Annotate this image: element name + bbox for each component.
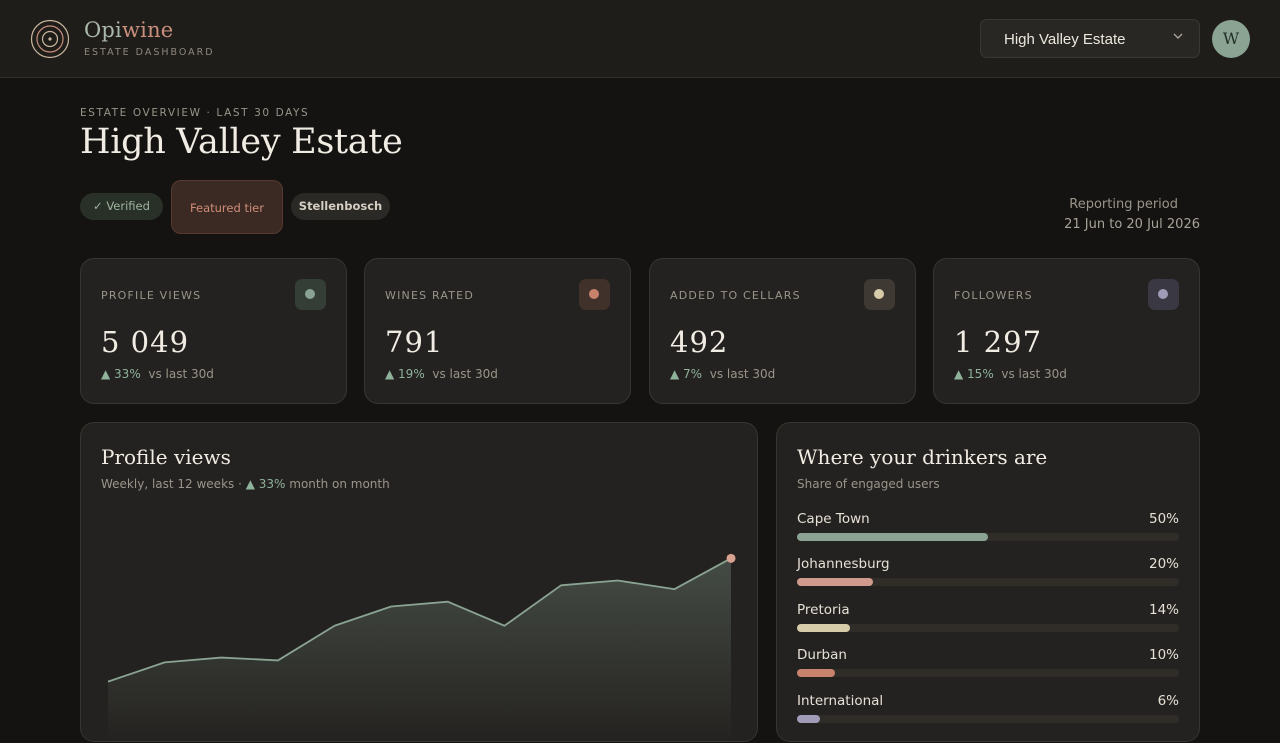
- kpi-delta-value: ▲ 7%: [670, 367, 702, 381]
- brand-name-part: Opi: [84, 18, 122, 42]
- region-bar-fill: [797, 533, 988, 541]
- panel-subtitle: Share of engaged users: [797, 477, 940, 491]
- region-bar-track: [797, 578, 1179, 586]
- kpi-label: FOLLOWERS: [954, 289, 1033, 302]
- profile-views-panel: Profile views Weekly, last 12 weeks · ▲ …: [80, 422, 758, 742]
- status-dot-icon: [579, 279, 610, 310]
- kpi-label: PROFILE VIEWS: [101, 289, 201, 302]
- status-dot-icon: [1148, 279, 1179, 310]
- region-name: Durban: [797, 647, 847, 663]
- region-row-johannesburg: Johannesburg 20%: [797, 556, 1179, 596]
- regions-panel: Where your drinkers are Share of engaged…: [776, 422, 1200, 742]
- status-dot-icon: [864, 279, 895, 310]
- region-name: International: [797, 693, 883, 709]
- chevron-down-icon: [1171, 29, 1185, 43]
- profile-views-chart: [81, 423, 759, 743]
- overview-eyebrow: ESTATE OVERVIEW · LAST 30 DAYS: [80, 107, 309, 119]
- kpi-label: WINES RATED: [385, 289, 474, 302]
- kpi-delta-value: ▲ 15%: [954, 367, 994, 381]
- status-dot-icon: [295, 279, 326, 310]
- kpi-card-profile-views: PROFILE VIEWS 5 049 ▲ 33% vs last 30d: [80, 258, 347, 404]
- region-percent: 50%: [1149, 511, 1179, 527]
- region-row-international: International 6%: [797, 693, 1179, 733]
- kpi-comparison: vs last 30d: [710, 367, 776, 381]
- brand-subtitle: ESTATE DASHBOARD: [84, 47, 215, 58]
- estate-selector-value: High Valley Estate: [1004, 31, 1125, 48]
- kpi-comparison: vs last 30d: [432, 367, 498, 381]
- region-bar-fill: [797, 624, 850, 632]
- kpi-delta-value: ▲ 19%: [385, 367, 425, 381]
- kpi-value: 5 049: [101, 325, 189, 359]
- region-bar-track: [797, 624, 1179, 632]
- kpi-delta: ▲ 33% vs last 30d: [101, 367, 214, 381]
- panel-title: Where your drinkers are: [797, 445, 1047, 469]
- region-row-cape-town: Cape Town 50%: [797, 511, 1179, 551]
- kpi-label: ADDED TO CELLARS: [670, 289, 801, 302]
- kpi-delta: ▲ 7% vs last 30d: [670, 367, 775, 381]
- region-name: Johannesburg: [797, 556, 890, 572]
- kpi-delta-value: ▲ 33%: [101, 367, 141, 381]
- region-percent: 6%: [1158, 693, 1179, 709]
- reporting-period-value: 21 Jun to 20 Jul 2026: [1064, 217, 1200, 232]
- region-bar-fill: [797, 715, 820, 723]
- region-badge: Stellenbosch: [291, 193, 390, 220]
- region-bar-fill: [797, 578, 873, 586]
- region-bar-track: [797, 669, 1179, 677]
- kpi-card-followers: FOLLOWERS 1 297 ▲ 15% vs last 30d: [933, 258, 1200, 404]
- kpi-delta: ▲ 19% vs last 30d: [385, 367, 498, 381]
- chart-area: [108, 558, 731, 743]
- region-percent: 10%: [1149, 647, 1179, 663]
- estate-selector[interactable]: High Valley Estate: [980, 19, 1200, 58]
- avatar[interactable]: W: [1212, 20, 1250, 58]
- region-bar-fill: [797, 669, 835, 677]
- top-bar: Opiwine ESTATE DASHBOARD High Valley Est…: [0, 0, 1280, 78]
- region-row-pretoria: Pretoria 14%: [797, 602, 1179, 642]
- kpi-delta: ▲ 15% vs last 30d: [954, 367, 1067, 381]
- page-title: High Valley Estate: [80, 122, 403, 162]
- region-percent: 14%: [1149, 602, 1179, 618]
- kpi-value: 492: [670, 325, 728, 359]
- region-percent: 20%: [1149, 556, 1179, 572]
- brand-name-accent: wine: [122, 18, 173, 42]
- kpi-comparison: vs last 30d: [1001, 367, 1067, 381]
- kpi-value: 791: [385, 325, 443, 359]
- logo-icon[interactable]: [30, 19, 70, 59]
- region-name: Cape Town: [797, 511, 870, 527]
- kpi-value: 1 297: [954, 325, 1042, 359]
- featured-tier-badge[interactable]: Featured tier: [171, 180, 283, 234]
- kpi-card-wines-rated: WINES RATED 791 ▲ 19% vs last 30d: [364, 258, 631, 404]
- region-row-durban: Durban 10%: [797, 647, 1179, 687]
- reporting-period-label: Reporting period: [1069, 197, 1178, 212]
- brand-name: Opiwine: [84, 18, 173, 42]
- region-name: Pretoria: [797, 602, 850, 618]
- region-bar-track: [797, 715, 1179, 723]
- kpi-card-added-to-cellars: ADDED TO CELLARS 492 ▲ 7% vs last 30d: [649, 258, 916, 404]
- kpi-comparison: vs last 30d: [148, 367, 214, 381]
- verified-badge: ✓ Verified: [80, 193, 163, 220]
- chart-point-latest[interactable]: [727, 554, 736, 563]
- region-bar-track: [797, 533, 1179, 541]
